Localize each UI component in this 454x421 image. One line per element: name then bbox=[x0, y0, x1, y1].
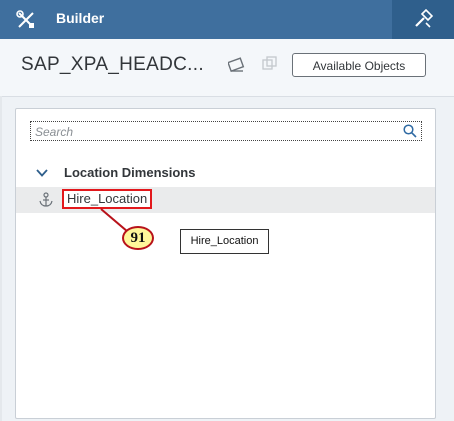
edit-icon[interactable] bbox=[228, 56, 246, 74]
search-placeholder: Search bbox=[35, 125, 74, 139]
anchor-icon bbox=[39, 192, 53, 207]
chevron-down-icon[interactable] bbox=[36, 167, 48, 179]
tooltip: Hire_Location bbox=[180, 229, 269, 254]
left-edge bbox=[0, 96, 2, 421]
available-objects-panel: Search Location Dimensions Hire_Location bbox=[15, 108, 436, 419]
model-name: SAP_XPA_HEADC... bbox=[21, 54, 204, 75]
available-objects-button[interactable]: Available Objects bbox=[292, 53, 426, 77]
callout-badge: 91 bbox=[122, 226, 154, 250]
app-title: Builder bbox=[56, 10, 105, 26]
tools-icon[interactable] bbox=[16, 10, 36, 30]
tree-item-hire-location[interactable]: Hire_Location bbox=[16, 187, 435, 213]
hammer-icon[interactable] bbox=[413, 9, 433, 29]
search-icon[interactable] bbox=[403, 124, 417, 138]
tree-group-location-dimensions[interactable]: Location Dimensions bbox=[16, 161, 435, 185]
search-field[interactable]: Search bbox=[30, 121, 422, 141]
tree-item-label[interactable]: Hire_Location bbox=[62, 189, 153, 209]
model-header: SAP_XPA_HEADC... Available Objects bbox=[0, 39, 454, 97]
toolbar-toggle[interactable] bbox=[392, 0, 454, 39]
tree-group-label: Location Dimensions bbox=[64, 165, 196, 180]
copy-icon bbox=[262, 56, 277, 70]
shell-bar: Builder bbox=[0, 0, 454, 39]
